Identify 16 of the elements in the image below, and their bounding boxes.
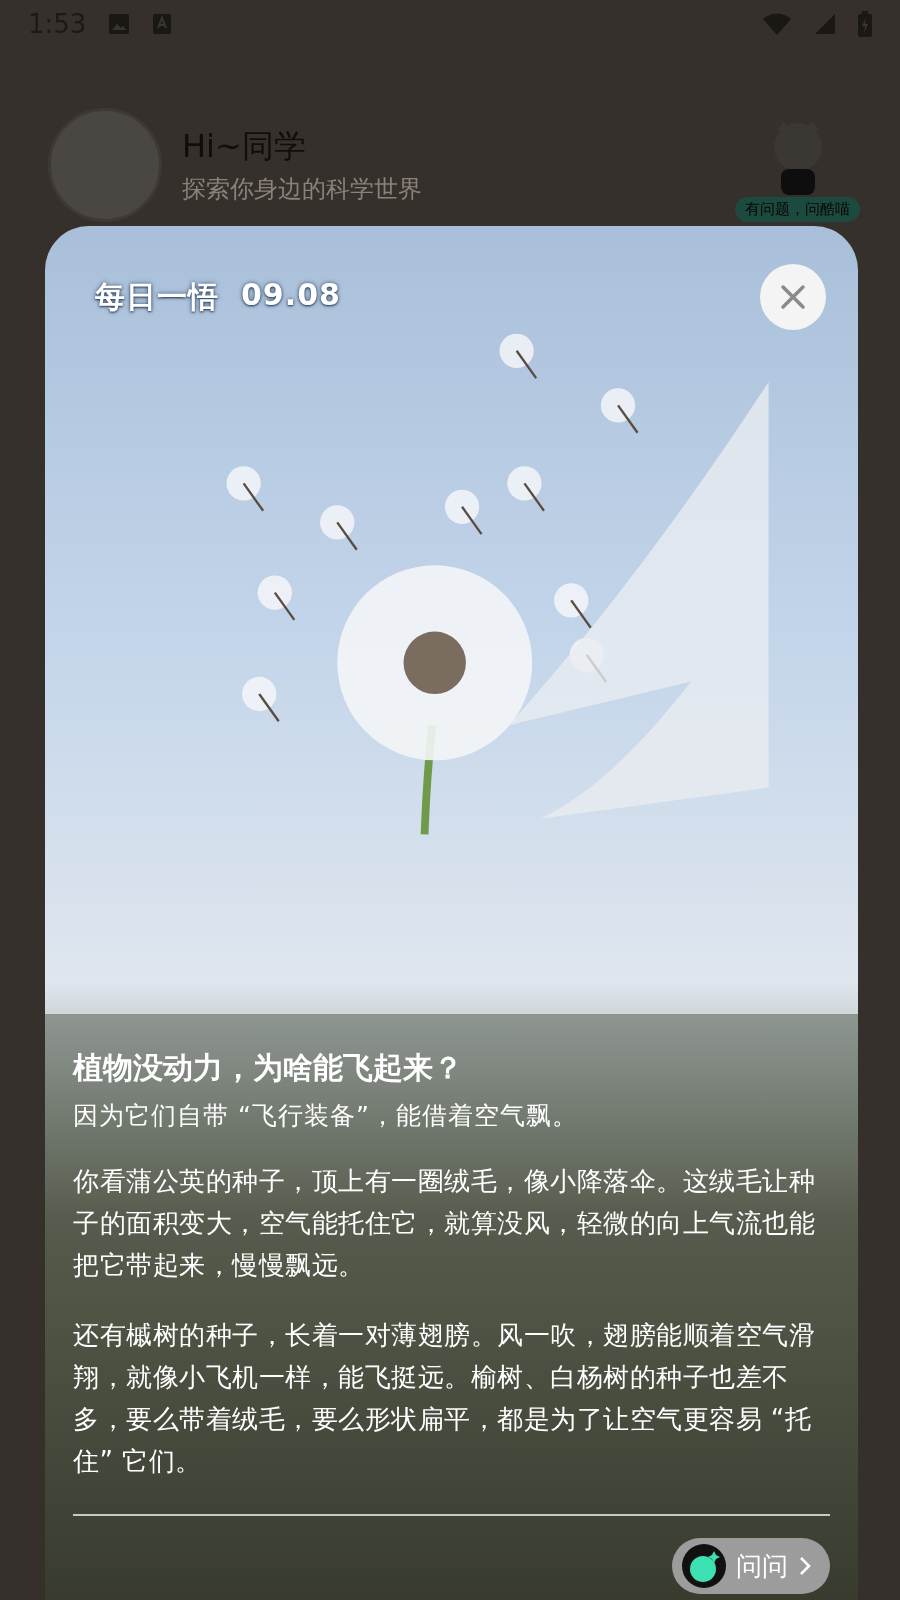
wifi-icon xyxy=(762,12,792,36)
sparkle-logo-icon[interactable] xyxy=(682,1544,726,1588)
mascot-badge[interactable]: 有问题，问酷喵 xyxy=(735,196,860,222)
text-box-icon xyxy=(152,13,173,35)
answer-paragraph: 还有槭树的种子，长着一对薄翅膀。风一吹，翅膀能顺着空气滑翔，就像小飞机一样，能飞挺远。榆树、白杨树的种子也差不多，要么带着绒毛，要么形状扁平，都是为了让空气更容易 “托住” 它们。 xyxy=(73,1319,816,1478)
question-title: 植物没动力，为啥能飞起来？ xyxy=(73,1049,464,1087)
subtitle: 探索你身边的科学世界 xyxy=(182,174,423,205)
battery-icon xyxy=(858,11,872,37)
image-icon xyxy=(108,13,131,35)
ask-button[interactable]: 问问 xyxy=(672,1538,830,1594)
answer-paragraph: 你看蒲公英的种子，顶上有一圈绒毛，像小降落伞。这绒毛让种子的面积变大，空气能托住它，就算没风，轻微的向上气流也能把它带起来，慢慢飘远。 xyxy=(73,1165,816,1282)
close-icon[interactable] xyxy=(780,284,806,310)
chevron-right-icon[interactable] xyxy=(798,1555,812,1577)
signal-icon xyxy=(814,13,836,35)
daily-heading: 每日一悟 09.08 xyxy=(95,276,341,316)
answer-lead: 因为它们自带 “飞行装备”，能借着空气飘。 xyxy=(73,1100,579,1132)
